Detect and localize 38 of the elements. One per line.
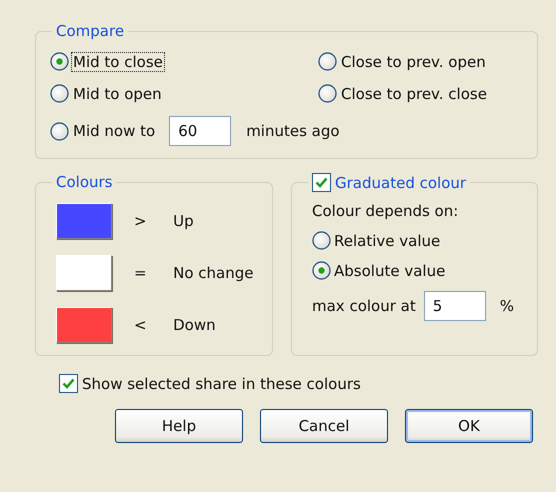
group-title: Colours [55, 173, 114, 191]
checkbox-label[interactable]: Show selected share in these colours [82, 374, 361, 392]
comparison-symbol: < [134, 316, 148, 334]
dialog-button[interactable]: OK [405, 409, 533, 443]
dialog-button[interactable]: Cancel [260, 409, 388, 443]
option-label[interactable]: Mid to close [72, 52, 164, 70]
radio-button[interactable] [312, 261, 331, 280]
colour-label: Down [173, 316, 217, 334]
option-label[interactable]: Relative value [334, 232, 440, 250]
option-label[interactable]: Absolute value [334, 262, 446, 280]
radio-button[interactable] [50, 52, 69, 71]
colour-swatch[interactable] [56, 203, 112, 239]
colour-swatch[interactable] [56, 307, 112, 343]
option-label[interactable]: Mid to open [72, 84, 163, 102]
colour-label: Up [173, 212, 195, 230]
option-label[interactable]: Close to prev. open [340, 52, 487, 70]
comparison-symbol: = [134, 264, 148, 282]
colour-label: No change [173, 264, 254, 282]
radio-button[interactable] [318, 52, 337, 71]
checkbox-label[interactable]: Graduated colour [335, 174, 466, 192]
radio-button[interactable] [312, 231, 331, 250]
option-label[interactable]: Mid now to [72, 122, 156, 140]
comparison-symbol: > [134, 212, 148, 230]
max-colour-field[interactable]: 5 [424, 291, 486, 321]
minutes-field[interactable]: 60 [169, 116, 232, 146]
percent-unit: % [500, 297, 514, 315]
radio-button[interactable] [50, 122, 69, 140]
checkbox[interactable] [312, 173, 331, 192]
group-title: Compare [55, 22, 126, 40]
checkbox[interactable] [59, 374, 78, 393]
option-suffix: minutes ago [246, 122, 340, 140]
colour-swatch[interactable] [56, 255, 112, 291]
radio-button[interactable] [318, 84, 337, 103]
option-label[interactable]: Close to prev. close [340, 84, 488, 102]
radio-button[interactable] [50, 84, 69, 103]
max-colour-label: max colour at [312, 297, 416, 315]
depends-label: Colour depends on: [312, 202, 460, 220]
dialog-button[interactable]: Help [115, 409, 243, 443]
